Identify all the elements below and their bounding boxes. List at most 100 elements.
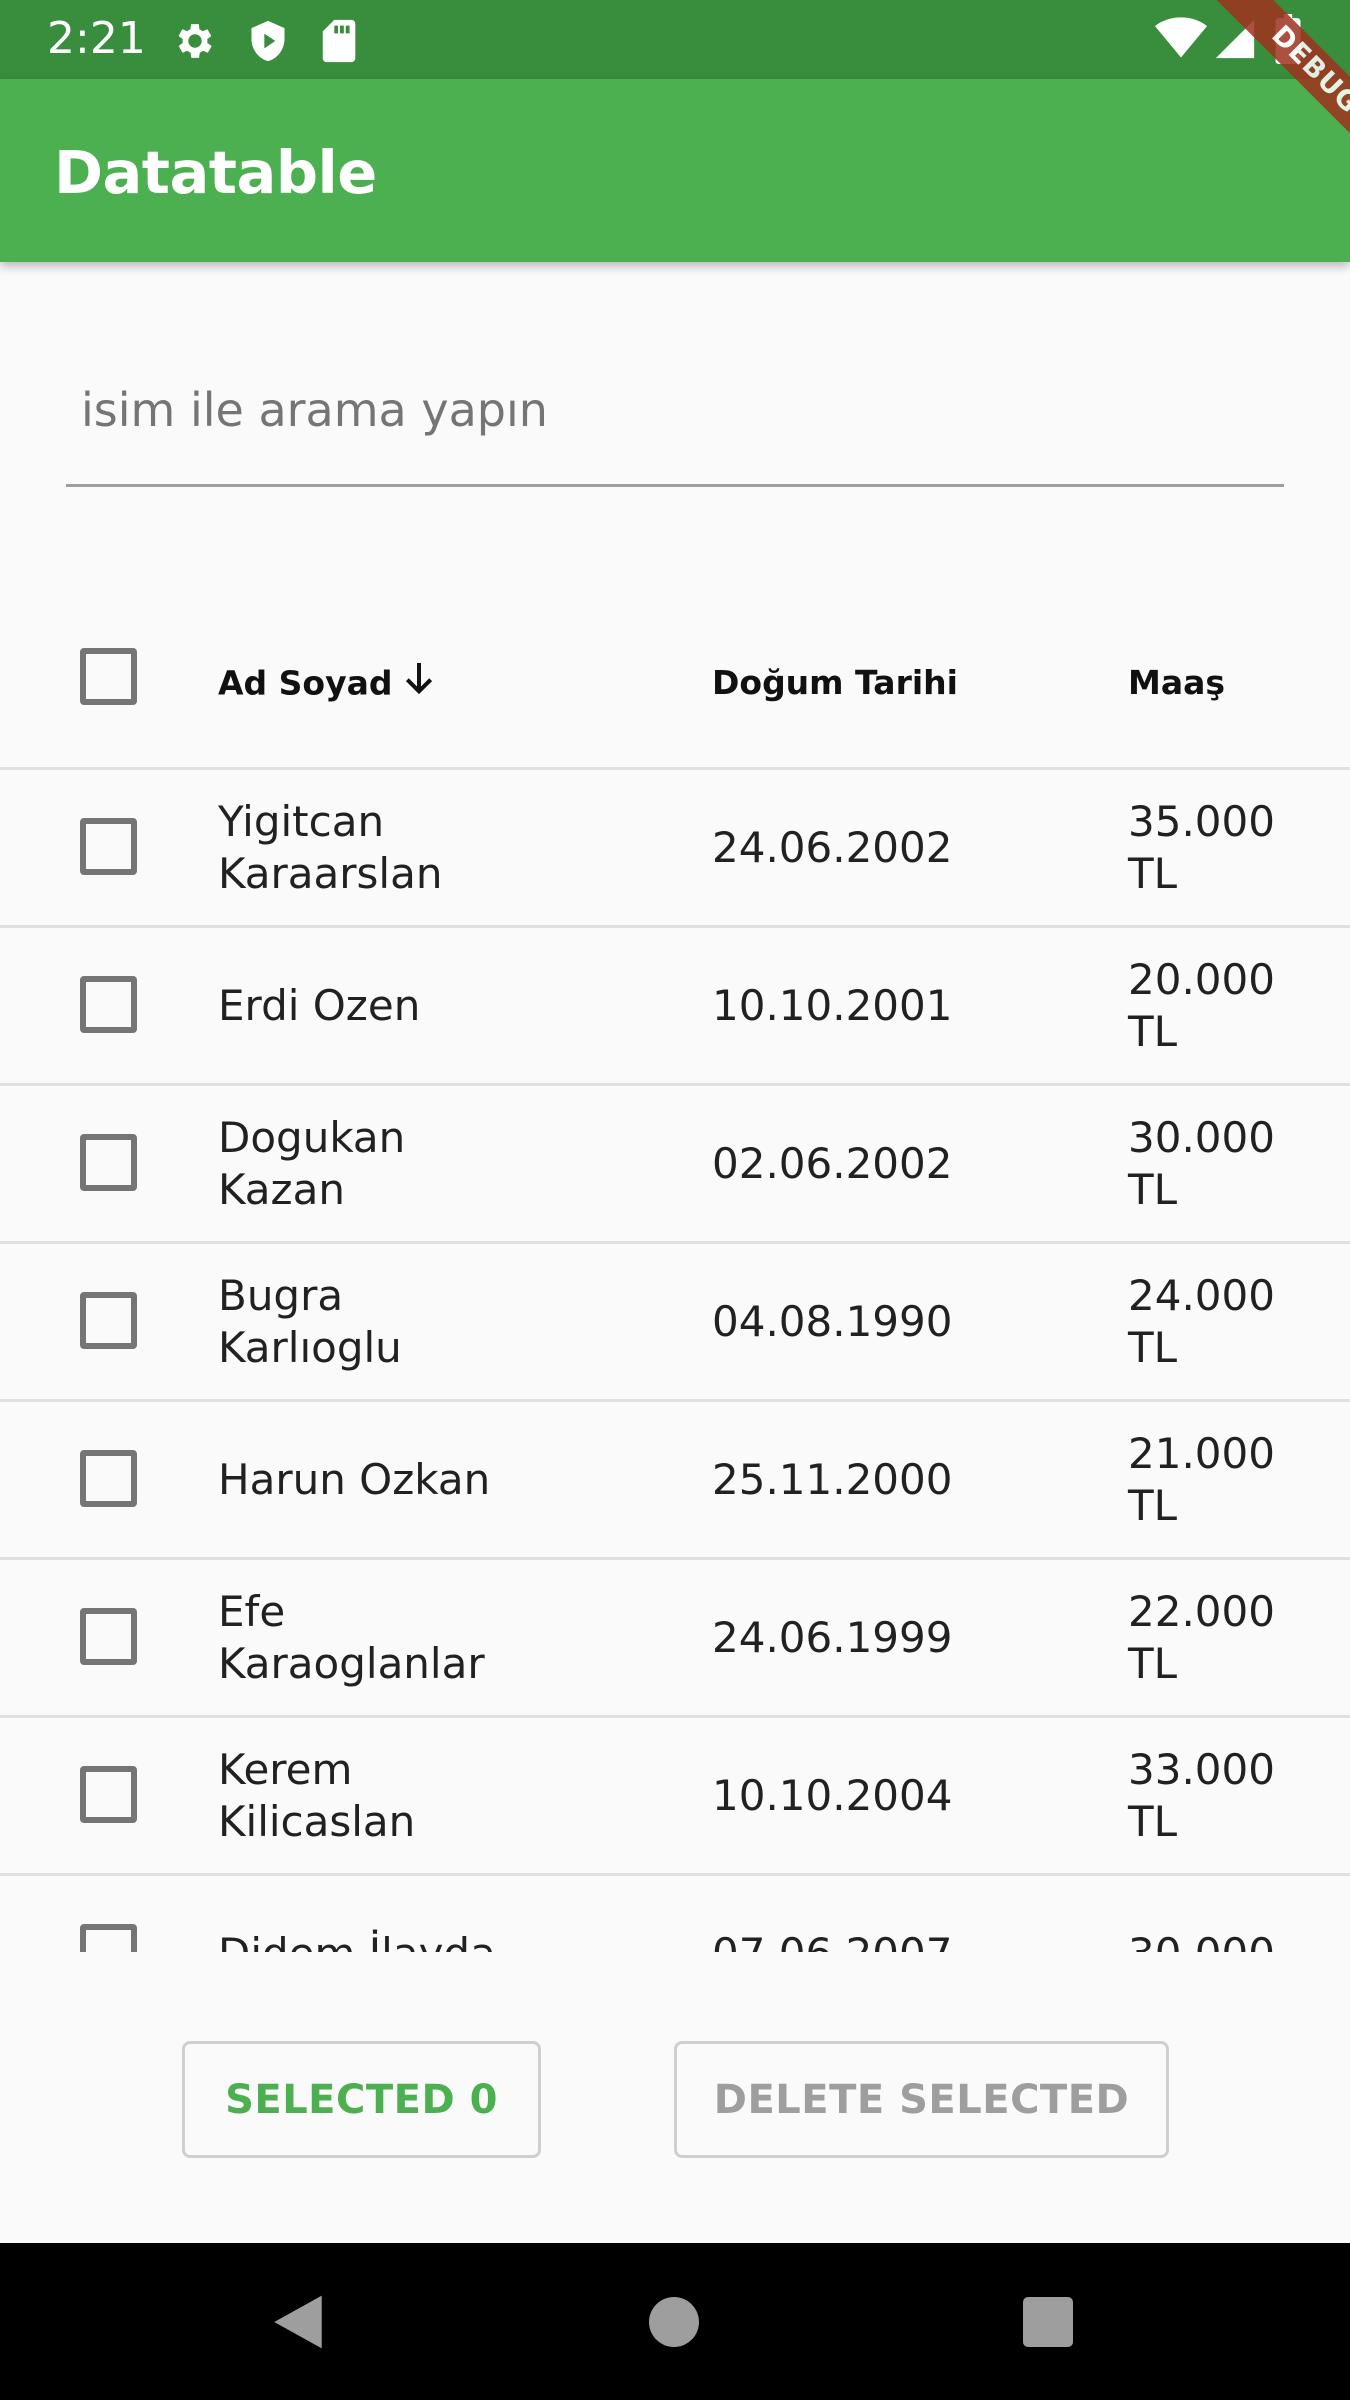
cell-birth-date: 02.06.2002 [712, 1138, 1092, 1190]
column-header-salary[interactable]: Maaş [1128, 658, 1338, 708]
cell-salary-line: TL [1128, 1165, 1178, 1214]
cell-name-line: Karlıoglu [218, 1323, 402, 1372]
app-bar: Datatable [0, 79, 1350, 262]
page-title: Datatable [54, 138, 377, 207]
cell-birth-date-line: 10.10.2004 [712, 1771, 953, 1820]
cell-salary-line: 22.000 [1128, 1587, 1275, 1636]
cell-birth-date-line: 10.10.2001 [712, 981, 953, 1030]
cell-name-line: Erdi Ozen [218, 981, 421, 1030]
table-row[interactable]: Bugra Karlıoglu 04.08.1990 24.000 TL [0, 1244, 1350, 1402]
cell-name-line: Yigitcan [218, 797, 385, 846]
recents-icon[interactable] [988, 2243, 1108, 2400]
cell-birth-date: 04.08.1990 [712, 1296, 1092, 1348]
table-row[interactable]: Efe Karaoglanlar 24.06.1999 22.000 TL [0, 1560, 1350, 1718]
row-checkbox[interactable] [80, 1292, 137, 1349]
row-checkbox[interactable] [80, 818, 137, 875]
cell-salary-line: TL [1128, 1481, 1178, 1530]
cell-salary: 24.000 TL [1128, 1270, 1338, 1374]
wifi-icon [1155, 16, 1207, 60]
cell-birth-date: 10.10.2001 [712, 980, 1092, 1032]
search-input[interactable] [81, 375, 1261, 445]
table-row[interactable]: Dogukan Kazan 02.06.2002 30.000 TL [0, 1086, 1350, 1244]
navigation-bar [0, 2243, 1350, 2400]
table-row[interactable]: Erdi Ozen 10.10.2001 20.000 TL [0, 928, 1350, 1086]
cell-name: Didem İlayda [218, 1928, 648, 1952]
table-row[interactable]: Yigitcan Karaarslan 24.06.2002 35.000 TL [0, 770, 1350, 928]
cell-birth-date: 07.06.2007 [712, 1928, 1092, 1952]
cell-name: Dogukan Kazan [218, 1112, 648, 1216]
cell-name-line: Efe [218, 1587, 286, 1636]
shield-play-icon [246, 18, 290, 64]
cell-name-line: Dogukan [218, 1113, 406, 1162]
status-time: 2:21 [47, 13, 146, 64]
cell-salary: 22.000 TL [1128, 1586, 1338, 1690]
signal-icon [1212, 16, 1258, 62]
select-all-checkbox[interactable] [80, 648, 137, 705]
row-checkbox[interactable] [80, 1608, 137, 1665]
cell-salary-line: 35.000 [1128, 797, 1275, 846]
cell-salary-line: TL [1128, 1639, 1178, 1688]
cell-birth-date: 25.11.2000 [712, 1454, 1092, 1506]
cell-salary-line: 21.000 [1128, 1429, 1275, 1478]
cell-name-line: Karaarslan [218, 849, 443, 898]
gear-icon [172, 18, 218, 64]
cell-name: Harun Ozkan [218, 1454, 648, 1506]
table-row[interactable]: Kerem Kilicaslan 10.10.2004 33.000 TL [0, 1718, 1350, 1876]
cell-birth-date-line: 07.06.2007 [712, 1928, 1092, 1952]
cell-salary: 35.000 TL [1128, 796, 1338, 900]
sd-card-icon [320, 18, 360, 64]
delete-selected-button[interactable]: DELETE SELECTED [674, 2041, 1169, 2158]
cell-salary: 30.000 [1128, 1928, 1338, 1952]
cell-salary-line: TL [1128, 849, 1178, 898]
cell-salary: 20.000 TL [1128, 954, 1338, 1058]
cell-name: Yigitcan Karaarslan [218, 796, 648, 900]
column-header-name[interactable]: Ad Soyad [218, 658, 648, 712]
cell-salary-line: 33.000 [1128, 1745, 1275, 1794]
cell-name: Kerem Kilicaslan [218, 1744, 648, 1848]
cell-salary-line: 30.000 [1128, 1113, 1275, 1162]
cell-name: Bugra Karlıoglu [218, 1270, 648, 1374]
data-table: Ad Soyad Doğum Tarihi Maaş Yigitcan Karaa… [0, 606, 1350, 1952]
cell-salary-line: TL [1128, 1007, 1178, 1056]
cell-salary-line: 20.000 [1128, 955, 1275, 1004]
cell-birth-date-line: 04.08.1990 [712, 1297, 953, 1346]
cell-birth-date: 10.10.2004 [712, 1770, 1092, 1822]
cell-birth-date: 24.06.1999 [712, 1612, 1092, 1664]
home-icon[interactable] [614, 2243, 734, 2400]
selected-count-button[interactable]: SELECTED 0 [182, 2041, 541, 2158]
cell-birth-date-line: 24.06.1999 [712, 1613, 953, 1662]
cell-salary: 30.000 TL [1128, 1112, 1338, 1216]
column-header-name-label: Ad Soyad [218, 663, 393, 703]
cell-salary-line: 30.000 [1128, 1928, 1338, 1952]
cell-name-line: Kazan [218, 1165, 345, 1214]
column-header-birth-date[interactable]: Doğum Tarihi [712, 658, 1092, 708]
cell-name-line: Kerem [218, 1745, 353, 1794]
cell-name-line: Bugra [218, 1271, 344, 1320]
cell-salary-line: 24.000 [1128, 1271, 1275, 1320]
row-checkbox[interactable] [80, 976, 137, 1033]
cell-name: Erdi Ozen [218, 980, 648, 1032]
cell-name-line: Didem İlayda [218, 1928, 648, 1952]
table-row[interactable]: Harun Ozkan 25.11.2000 21.000 TL [0, 1402, 1350, 1560]
cell-salary: 21.000 TL [1128, 1428, 1338, 1532]
cell-salary-line: TL [1128, 1797, 1178, 1846]
cell-birth-date-line: 24.06.2002 [712, 823, 953, 872]
table-row[interactable]: Didem İlayda 07.06.2007 30.000 [0, 1876, 1350, 1952]
row-checkbox[interactable] [80, 1450, 137, 1507]
table-header-row: Ad Soyad Doğum Tarihi Maaş [0, 606, 1350, 770]
cell-birth-date-line: 25.11.2000 [712, 1455, 953, 1504]
cell-salary: 33.000 TL [1128, 1744, 1338, 1848]
back-icon[interactable] [238, 2243, 358, 2400]
row-checkbox[interactable] [80, 1134, 137, 1191]
arrow-down-icon [399, 658, 439, 712]
search-field[interactable] [66, 355, 1284, 487]
cell-salary-line: TL [1128, 1323, 1178, 1372]
cell-name-line: Kilicaslan [218, 1797, 416, 1846]
battery-icon [1275, 14, 1301, 64]
row-checkbox[interactable] [80, 1766, 137, 1823]
row-checkbox[interactable] [80, 1924, 137, 1952]
cell-name-line: Karaoglanlar [218, 1639, 485, 1688]
cell-name-line: Harun Ozkan [218, 1455, 491, 1504]
status-bar: 2:21 [0, 0, 1350, 79]
cell-birth-date: 24.06.2002 [712, 822, 1092, 874]
